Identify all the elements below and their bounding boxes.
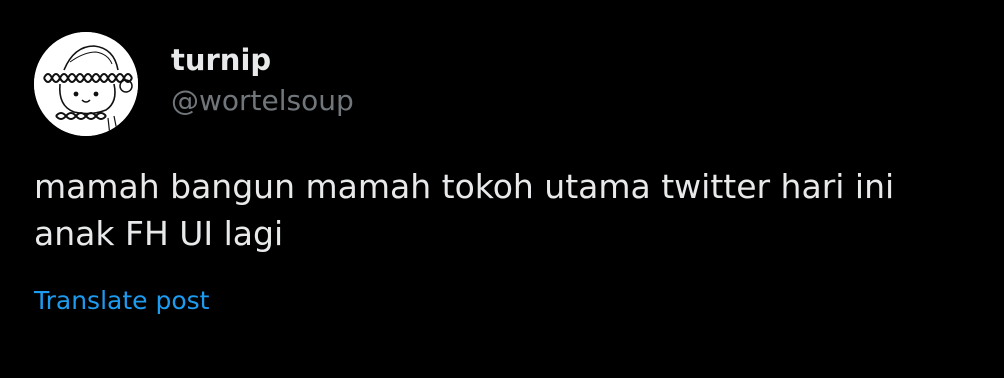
post-text: mamah bangun mamah tokoh utama twitter h… [34, 163, 984, 257]
avatar[interactable] [34, 32, 138, 136]
post-text-line: anak FH UI lagi [34, 214, 284, 253]
translate-post-link[interactable]: Translate post [34, 283, 209, 319]
author-handle[interactable]: @wortelsoup [171, 81, 354, 121]
doodle-avatar-icon [34, 32, 138, 136]
author-display-name[interactable]: turnip [171, 40, 271, 80]
post-text-line: mamah bangun mamah tokoh utama twitter h… [34, 167, 895, 206]
